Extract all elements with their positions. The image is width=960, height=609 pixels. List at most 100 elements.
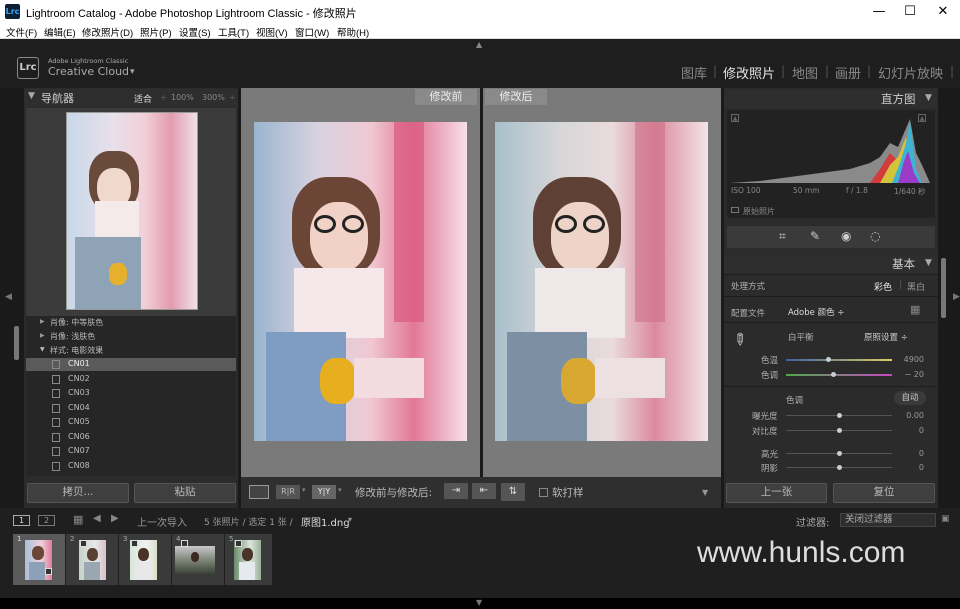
right-panel-toggle-icon[interactable]: ▶ [953,292,960,302]
maximize-button[interactable]: ☐ [893,0,927,23]
temp-value[interactable]: 4900 [890,355,924,364]
menu-edit[interactable]: 编辑(E) [44,25,76,39]
main-screen-button[interactable]: 1 [13,515,30,526]
treatment-bw-button[interactable]: 黑白 [907,280,925,293]
filter-select[interactable]: 关闭过滤器 [840,513,936,527]
auto-tone-button[interactable]: 自动 [894,391,926,405]
preset-folder-open[interactable]: 样式: 电影效果 [50,345,103,356]
after-image[interactable] [495,122,708,441]
forward-arrow-icon[interactable]: ▶ [111,513,119,524]
tint-slider-track[interactable] [786,374,892,376]
close-button[interactable]: ✕ [926,0,960,23]
preset-item[interactable]: CN08 [68,461,90,470]
zoom-100[interactable]: 100% [171,93,194,102]
menu-tools[interactable]: 工具(T) [218,25,249,39]
copy-settings-button[interactable]: 拷贝... [27,483,129,503]
reset-button[interactable]: 复位 [833,483,935,503]
swap-before-after-icon[interactable]: ⇅ [501,483,525,501]
preset-item[interactable]: CN01 [68,359,90,368]
compare-view-icon[interactable]: R|R [276,485,300,499]
preset-item[interactable]: CN07 [68,446,90,455]
profile-browser-icon[interactable]: ▦ [910,303,924,317]
menu-file[interactable]: 文件(F) [6,25,37,39]
copy-before-to-after-icon[interactable]: ⇥ [444,483,468,499]
spot-removal-icon[interactable]: ✎ [810,229,820,243]
source-label[interactable]: 上一次导入 [137,514,187,529]
right-scrollbar[interactable] [941,258,946,318]
preset-arrow-down-icon[interactable]: ▼ [40,346,45,353]
menu-help[interactable]: 帮助(H) [337,25,369,39]
highlights-slider-thumb[interactable] [836,451,842,456]
second-screen-button[interactable]: 2 [38,515,55,526]
masking-icon[interactable]: ◌ [870,229,880,243]
module-library[interactable]: 图库 [681,63,707,82]
collapse-arrow-icon[interactable]: ▼ [925,258,932,268]
collapse-arrow-icon[interactable]: ▼ [28,91,35,101]
contrast-slider-thumb[interactable] [836,428,842,433]
preset-arrow-icon[interactable]: ▶ [40,332,45,339]
menu-settings[interactable]: 设置(S) [179,25,211,39]
left-scrollbar[interactable] [14,326,19,360]
preset-item[interactable]: CN04 [68,403,90,412]
menu-window[interactable]: 窗口(W) [295,25,329,39]
filename-caret-icon[interactable]: ▾ [348,515,352,524]
zoom-fit[interactable]: 适合 [134,92,152,105]
module-slideshow[interactable]: 幻灯片放映 [878,63,943,82]
filmstrip-thumbnail[interactable] [175,546,215,574]
toolbar-menu-icon[interactable]: ▼ [702,488,708,497]
preset-folder[interactable]: 肖像: 中等肤色 [50,317,103,328]
preset-arrow-icon[interactable]: ▶ [40,318,45,325]
zoom-caret-icon[interactable]: ÷ [229,93,236,102]
temp-slider-track[interactable] [786,359,892,361]
view-caret-icon[interactable]: ▾ [338,486,342,494]
preset-item[interactable]: CN06 [68,432,90,441]
treatment-color-button[interactable]: 彩色 [874,280,892,293]
filter-lock-icon[interactable]: ▣ [941,514,951,524]
original-photo-checkbox[interactable] [731,207,739,213]
zoom-300[interactable]: 300% [202,93,225,102]
shadows-slider-thumb[interactable] [836,465,842,470]
preset-folder[interactable]: 肖像: 浅肤色 [50,331,95,342]
temp-slider-thumb[interactable] [825,357,831,362]
back-arrow-icon[interactable]: ◀ [93,513,101,524]
copy-after-to-before-icon[interactable]: ⇤ [472,483,496,499]
histogram-graph[interactable] [730,113,932,183]
highlights-value[interactable]: 0 [890,449,924,458]
tint-value[interactable]: − 20 [890,370,924,379]
module-book[interactable]: 画册 [835,63,861,82]
identity-caret-icon[interactable]: ▾ [130,67,135,77]
menu-view[interactable]: 视图(V) [256,25,288,39]
previous-button[interactable]: 上一张 [726,483,827,503]
profile-select[interactable]: Adobe 颜色 ÷ [788,306,844,318]
exposure-value[interactable]: 0.00 [890,411,924,420]
collapse-arrow-icon[interactable]: ▼ [925,93,932,103]
minimize-button[interactable]: — [862,0,896,23]
navigator-thumbnail[interactable] [66,112,198,310]
preset-item[interactable]: CN05 [68,417,90,426]
paste-settings-button[interactable]: 粘贴 [134,483,236,503]
crop-tool-icon[interactable]: ⌗ [779,229,786,244]
menu-develop[interactable]: 修改照片(D) [82,25,133,39]
red-eye-icon[interactable]: ◉ [841,229,851,243]
loupe-view-icon[interactable] [249,485,269,499]
shadows-value[interactable]: 0 [890,463,924,472]
menu-photo[interactable]: 照片(P) [140,25,172,39]
bottom-panel-toggle-icon[interactable]: ▼ [476,598,482,607]
grid-view-icon[interactable]: ▦ [73,513,83,526]
top-panel-toggle[interactable]: ▲ [476,40,482,49]
highlight-clipping-icon[interactable]: ▲ [918,114,926,122]
wb-select[interactable]: 原照设置 ÷ [864,331,908,343]
before-image[interactable] [254,122,467,441]
left-panel-toggle-icon[interactable]: ◀ [5,292,12,302]
module-develop[interactable]: 修改照片 [723,63,775,82]
histogram-header[interactable]: 直方图 ▼ [724,90,938,108]
exposure-slider-thumb[interactable] [836,413,842,418]
compare-caret-icon[interactable]: ▾ [302,486,306,494]
current-filename[interactable]: 原图1.dng [301,514,350,529]
preset-item[interactable]: CN02 [68,374,90,383]
navigator-header[interactable]: ▼ 导航器 适合 ÷ 100% 300% ÷ [24,89,238,107]
shadow-clipping-icon[interactable]: ▲ [731,114,739,122]
contrast-value[interactable]: 0 [890,426,924,435]
soft-proof-checkbox[interactable] [539,488,548,497]
before-after-view-button[interactable]: Y|Y [312,485,336,499]
